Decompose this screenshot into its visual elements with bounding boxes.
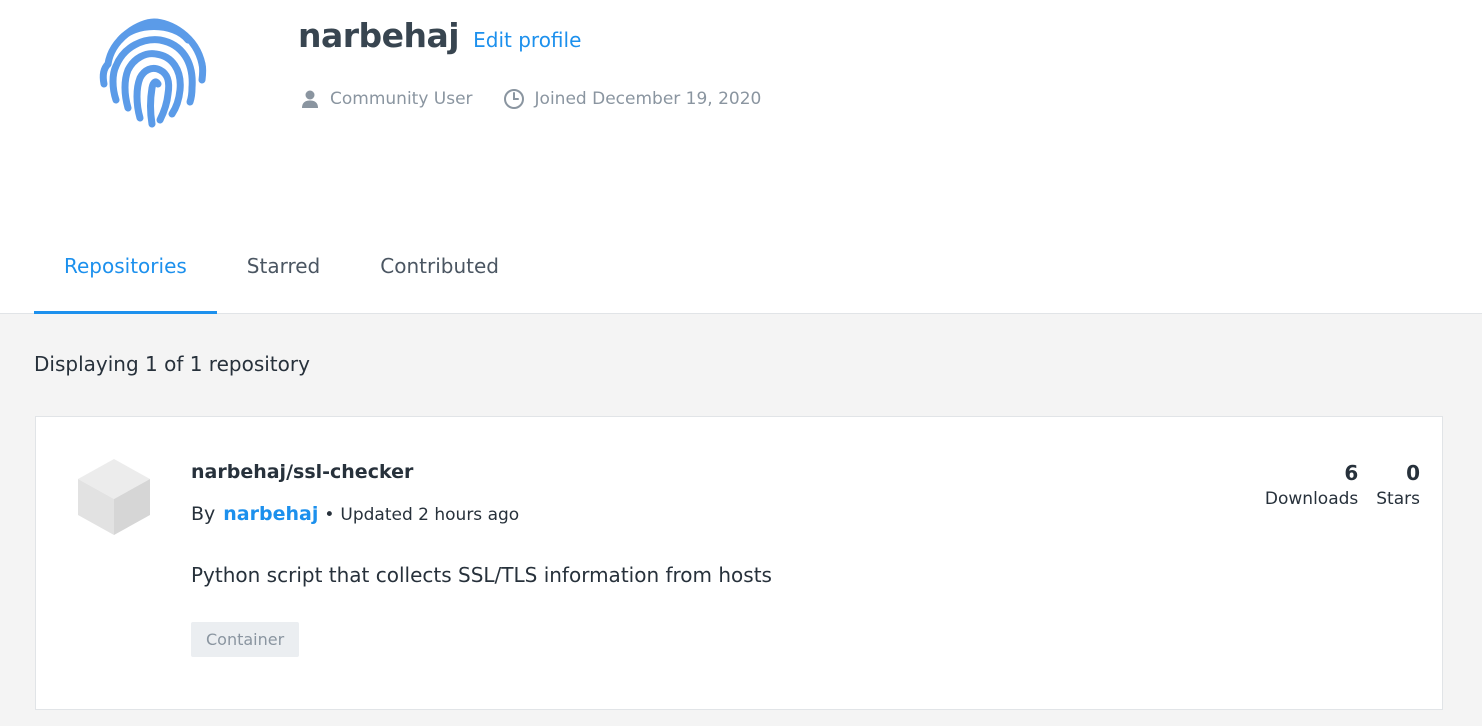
tab-repositories[interactable]: Repositories xyxy=(34,218,217,314)
joined-item: Joined December 19, 2020 xyxy=(503,88,762,110)
byline-prefix: By xyxy=(191,503,216,525)
profile-header: narbehaj Edit profile Community User Joi… xyxy=(0,0,1482,314)
repository-updated: Updated 2 hours ago xyxy=(340,505,520,525)
stars-label: Stars xyxy=(1376,489,1420,509)
user-icon xyxy=(302,90,318,108)
repository-stats: 6 Downloads 0 Stars xyxy=(1265,461,1420,509)
byline-separator: • xyxy=(324,505,335,525)
profile-joined: Joined December 19, 2020 xyxy=(534,89,762,109)
stars-stat: 0 Stars xyxy=(1376,461,1420,509)
profile-name-row: narbehaj Edit profile xyxy=(298,16,581,55)
cube-icon xyxy=(76,457,152,537)
repository-description: Python script that collects SSL/TLS info… xyxy=(191,563,772,587)
downloads-label: Downloads xyxy=(1264,489,1359,509)
profile-meta: Community User Joined December 19, 2020 xyxy=(300,88,761,110)
profile-role: Community User xyxy=(330,89,473,109)
repository-owner-link[interactable]: narbehaj xyxy=(223,503,318,525)
role-item: Community User xyxy=(300,89,473,109)
profile-tabs: Repositories Starred Contributed xyxy=(34,218,529,314)
downloads-stat: 6 Downloads xyxy=(1265,461,1358,509)
repository-byline: By narbehaj • Updated 2 hours ago xyxy=(191,503,519,525)
repository-card[interactable]: narbehaj/ssl-checker By narbehaj • Updat… xyxy=(35,416,1443,710)
edit-profile-link[interactable]: Edit profile xyxy=(473,28,581,52)
clock-icon xyxy=(503,89,524,109)
tab-starred[interactable]: Starred xyxy=(217,218,350,314)
downloads-count: 6 xyxy=(1344,461,1359,485)
stars-count: 0 xyxy=(1406,461,1420,485)
tab-contributed[interactable]: Contributed xyxy=(350,218,529,314)
repository-type-badge: Container xyxy=(191,622,300,657)
profile-username: narbehaj xyxy=(298,16,460,55)
fingerprint-icon xyxy=(90,8,218,136)
repository-name-link[interactable]: narbehaj/ssl-checker xyxy=(191,461,413,483)
repository-count: Displaying 1 of 1 repository xyxy=(34,352,310,376)
